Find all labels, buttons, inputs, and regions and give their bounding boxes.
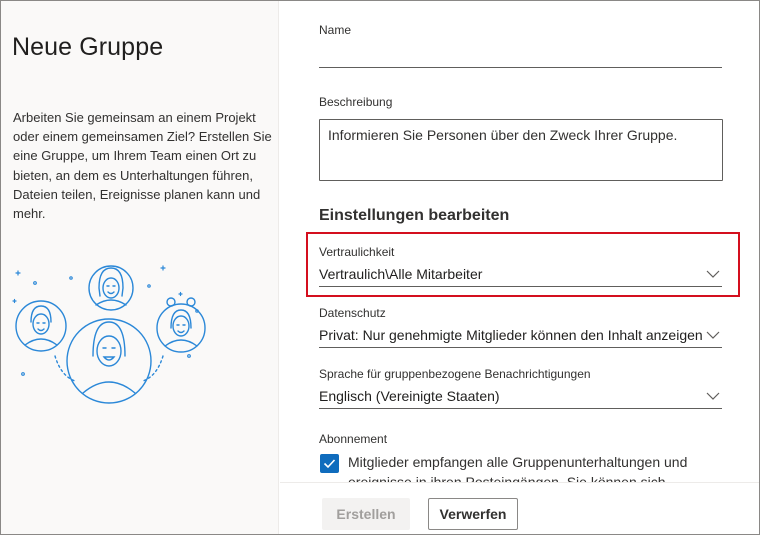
confidentiality-value: Vertraulich\Alle Mitarbeiter (319, 266, 483, 282)
chevron-down-icon (706, 331, 720, 339)
description-label: Beschreibung (319, 95, 393, 109)
subscription-checkbox[interactable] (320, 454, 339, 473)
description-textarea[interactable]: Informieren Sie Personen über den Zweck … (319, 119, 723, 181)
person-right (156, 297, 206, 353)
people-group-icon (12, 265, 206, 404)
language-label: Sprache für gruppenbezogene Benachrichti… (319, 367, 591, 381)
dialog-title: Neue Gruppe (12, 33, 164, 61)
dialog-footer: Erstellen Verwerfen (280, 482, 759, 534)
dialog-window: Neue Gruppe Arbeiten Sie gemeinsam an ei… (0, 0, 760, 535)
form-panel: Name Beschreibung Informieren Sie Person… (280, 1, 759, 534)
chevron-down-icon (706, 270, 720, 278)
person-top (88, 265, 134, 311)
info-panel: Neue Gruppe Arbeiten Sie gemeinsam an ei… (1, 1, 279, 534)
person-center (66, 318, 152, 404)
confidentiality-label: Vertraulichkeit (319, 245, 395, 259)
privacy-label: Datenschutz (319, 306, 386, 320)
confidentiality-dropdown[interactable]: Vertraulich\Alle Mitarbeiter (319, 262, 722, 287)
person-left (15, 300, 67, 352)
language-value: Englisch (Vereinigte Staaten) (319, 388, 500, 404)
name-label: Name (319, 23, 352, 37)
description-placeholder: Informieren Sie Personen über den Zweck … (328, 127, 678, 143)
dialog-description: Arbeiten Sie gemeinsam an einem Projekt … (13, 110, 272, 222)
privacy-value: Privat: Nur genehmigte Mitglieder können… (319, 327, 703, 343)
chevron-down-icon (706, 392, 720, 400)
checkmark-icon (323, 459, 336, 469)
subscription-label: Abonnement (319, 432, 388, 446)
privacy-dropdown[interactable]: Privat: Nur genehmigte Mitglieder können… (319, 323, 722, 348)
discard-button[interactable]: Verwerfen (428, 498, 518, 530)
language-dropdown[interactable]: Englisch (Vereinigte Staaten) (319, 384, 722, 409)
create-button[interactable]: Erstellen (322, 498, 410, 530)
settings-heading: Einstellungen bearbeiten (319, 207, 510, 224)
name-input[interactable] (319, 43, 722, 68)
